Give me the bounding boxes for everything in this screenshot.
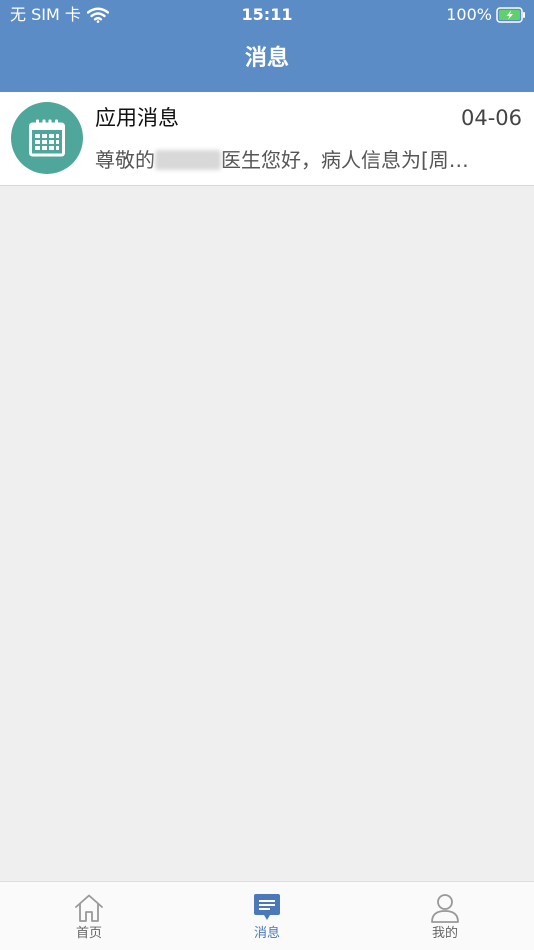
- status-bar: 无 SIM 卡 15:11 100%: [0, 0, 534, 30]
- message-preview-prefix: 尊敬的: [95, 148, 155, 172]
- battery-charging-icon: [496, 7, 525, 23]
- message-list: 应用消息 04-06 尊敬的 医生您好，病人信息为[周…: [0, 92, 534, 186]
- battery-info: 100%: [446, 5, 526, 25]
- calendar-icon: [29, 119, 65, 157]
- message-preview: 尊敬的 医生您好，病人信息为[周…: [95, 146, 523, 174]
- tab-home-label: 首页: [75, 926, 102, 941]
- tab-profile[interactable]: 我的: [356, 882, 534, 950]
- screen: 无 SIM 卡 15:11 100% 消息 应用消息 04-06 尊敬的 医生您…: [0, 0, 534, 950]
- redacted-name: [155, 150, 221, 170]
- tab-bar: 首页 消息 我的: [0, 881, 534, 950]
- message-preview-suffix: 医生您好，病人信息为[周…: [221, 148, 469, 172]
- message-item[interactable]: 应用消息 04-06 尊敬的 医生您好，病人信息为[周…: [0, 92, 534, 186]
- tab-profile-label: 我的: [431, 926, 458, 941]
- battery-percent: 100%: [446, 5, 492, 24]
- page-title: 消息: [244, 46, 289, 71]
- tab-messages-label: 消息: [253, 926, 280, 941]
- message-date: 04-06: [460, 106, 522, 130]
- home-icon: [75, 894, 103, 922]
- tab-messages[interactable]: 消息: [178, 882, 356, 950]
- message-avatar: [11, 102, 83, 174]
- tab-home[interactable]: 首页: [0, 882, 178, 950]
- person-icon: [431, 894, 459, 923]
- message-title: 应用消息: [95, 106, 179, 130]
- message-icon: [254, 894, 280, 920]
- top-bar: 无 SIM 卡 15:11 100% 消息: [0, 0, 534, 92]
